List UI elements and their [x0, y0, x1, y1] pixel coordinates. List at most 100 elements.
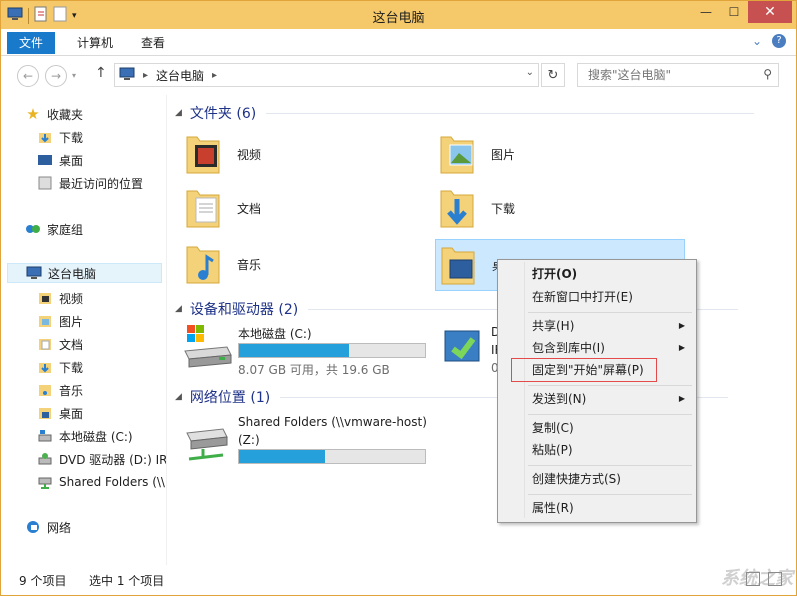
search-box[interactable]: ⚲: [577, 63, 779, 87]
menu-separator: [528, 312, 692, 313]
nav-label: Shared Folders (\\: [59, 475, 165, 489]
drive-name-line2: (Z:): [238, 433, 260, 447]
recent-locations-icon[interactable]: ▾: [69, 65, 79, 85]
refresh-icon[interactable]: ↻: [541, 63, 565, 87]
menu-item-label: 共享(H): [532, 319, 575, 333]
menu-item-share[interactable]: 共享(H) ▶: [501, 315, 693, 337]
nav-label: 家庭组: [47, 222, 84, 237]
menu-item-label: 打开(O): [532, 267, 578, 281]
forward-icon[interactable]: →: [45, 65, 67, 87]
help-icon[interactable]: ?: [772, 34, 786, 48]
nav-network[interactable]: 网络: [25, 517, 71, 537]
nav-item-pictures[interactable]: 图片: [37, 311, 83, 331]
collapse-icon[interactable]: ◢: [175, 392, 182, 402]
nav-label: 下载: [59, 360, 84, 375]
close-icon[interactable]: ✕: [748, 1, 792, 23]
tab-computer[interactable]: 计算机: [65, 32, 125, 54]
menu-item-label: 在新窗口中打开(E): [532, 290, 633, 304]
collapse-icon[interactable]: ◢: [175, 304, 182, 314]
maximize-icon[interactable]: ☐: [720, 1, 748, 23]
nav-item-music[interactable]: 音乐: [37, 380, 83, 400]
address-bar[interactable]: ▸ 这台电脑 ▸ ⌄: [114, 63, 539, 87]
nav-label: 桌面: [59, 153, 84, 168]
menu-item-include-in-library[interactable]: 包含到库中(I) ▶: [501, 337, 693, 359]
folder-label: 文档: [237, 201, 262, 216]
recent-places-icon: [37, 175, 53, 191]
menu-separator: [528, 494, 692, 495]
menu-item-label: 粘贴(P): [532, 443, 573, 457]
tab-file[interactable]: 文件: [7, 32, 56, 54]
homegroup-icon: [25, 221, 41, 237]
menu-item-paste[interactable]: 粘贴(P): [501, 439, 693, 461]
address-dropdown-icon[interactable]: ⌄: [526, 67, 534, 78]
folder-videos[interactable]: 视频: [183, 131, 261, 177]
nav-this-pc[interactable]: 这台电脑: [7, 263, 162, 283]
nav-favorites[interactable]: ★ 收藏夹: [25, 104, 83, 124]
minimize-icon[interactable]: —: [692, 1, 720, 23]
nav-item-recent[interactable]: 最近访问的位置: [37, 173, 143, 193]
drive-local-disk[interactable]: 本地磁盘 (C:) 8.07 GB 可用，共 19.6 GB: [183, 323, 433, 377]
up-icon[interactable]: ↑: [95, 65, 107, 81]
nav-label: 桌面: [59, 406, 84, 421]
folder-label: 图片: [491, 147, 516, 162]
nav-label: 图片: [59, 314, 84, 329]
nav-homegroup[interactable]: 家庭组: [25, 219, 83, 239]
search-icon[interactable]: ⚲: [763, 67, 772, 81]
status-bar: 9 个项目 选中 1 个项目: [1, 567, 796, 595]
nav-item-desktop[interactable]: 桌面: [37, 150, 83, 170]
desktop-folder-icon: [37, 405, 53, 421]
menu-item-pin-to-start[interactable]: 固定到"开始"屏幕(P): [511, 358, 657, 382]
disk-usage-fill: [239, 450, 325, 463]
content-pane: ◢ 文件夹 (6) 视频 图片 文档 下载 音乐 桌面 ◢: [171, 95, 791, 565]
group-title: 文件夹 (6): [189, 106, 257, 122]
search-input[interactable]: [586, 64, 760, 86]
drive-free-space: 8.07 GB 可用，共 19.6 GB: [238, 363, 390, 377]
nav-label: 收藏夹: [47, 107, 84, 122]
menu-item-label: 固定到"开始"屏幕(P): [532, 363, 644, 377]
back-icon[interactable]: ←: [17, 65, 39, 87]
folder-documents[interactable]: 文档: [183, 185, 261, 231]
nav-item-documents[interactable]: 文档: [37, 334, 83, 354]
desktop-folder-icon: [441, 247, 475, 285]
drive-shared-folders[interactable]: Shared Folders (\\vmware-host) (Z:): [183, 411, 443, 467]
nav-item-desktop[interactable]: 桌面: [37, 403, 83, 423]
menu-item-open[interactable]: 打开(O): [501, 263, 693, 285]
nav-label: 最近访问的位置: [59, 176, 144, 191]
nav-item-videos[interactable]: 视频: [37, 288, 83, 308]
folder-downloads[interactable]: 下载: [437, 185, 515, 231]
videos-folder-icon: [186, 136, 220, 174]
disk-usage-bar: [238, 449, 426, 464]
breadcrumb-this-pc[interactable]: 这台电脑: [156, 67, 204, 84]
menu-item-send-to[interactable]: 发送到(N) ▶: [501, 388, 693, 410]
nav-item-downloads[interactable]: 下载: [37, 357, 83, 377]
folder-pictures[interactable]: 图片: [437, 131, 515, 177]
breadcrumb-arrow-icon[interactable]: ▸: [143, 70, 148, 81]
folder-music[interactable]: 音乐: [183, 241, 261, 287]
menu-item-open-new-window[interactable]: 在新窗口中打开(E): [501, 286, 693, 308]
menu-separator: [528, 465, 692, 466]
group-header-folders[interactable]: ◢ 文件夹 (6): [175, 103, 755, 123]
tab-view[interactable]: 查看: [129, 32, 177, 54]
ribbon: 文件 计算机 查看 ⌄ ?: [1, 29, 796, 56]
breadcrumb-arrow-icon[interactable]: ▸: [212, 70, 217, 81]
menu-item-properties[interactable]: 属性(R): [501, 497, 693, 519]
ribbon-controls: ⌄ ?: [752, 34, 786, 48]
nav-item-shared-folders[interactable]: Shared Folders (\\: [37, 472, 165, 492]
menu-item-label: 发送到(N): [532, 392, 587, 406]
pictures-folder-icon: [440, 136, 474, 174]
nav-label: 视频: [59, 291, 84, 306]
pane-divider[interactable]: [166, 95, 167, 565]
nav-label: 音乐: [59, 383, 84, 398]
nav-item-local-disk[interactable]: 本地磁盘 (C:): [37, 426, 133, 446]
title-bar[interactable]: ▾ 这台电脑 — ☐ ✕: [1, 1, 796, 29]
menu-item-copy[interactable]: 复制(C): [501, 417, 693, 439]
expand-ribbon-icon[interactable]: ⌄: [752, 34, 762, 48]
music-folder-icon: [186, 246, 220, 284]
documents-folder-icon: [37, 336, 53, 352]
menu-item-create-shortcut[interactable]: 创建快捷方式(S): [501, 468, 693, 490]
collapse-icon[interactable]: ◢: [175, 108, 182, 118]
nav-item-downloads[interactable]: 下载: [37, 127, 83, 147]
submenu-arrow-icon: ▶: [678, 343, 685, 352]
nav-label: 网络: [47, 520, 72, 535]
nav-item-dvd-drive[interactable]: DVD 驱动器 (D:) IR: [37, 449, 167, 469]
